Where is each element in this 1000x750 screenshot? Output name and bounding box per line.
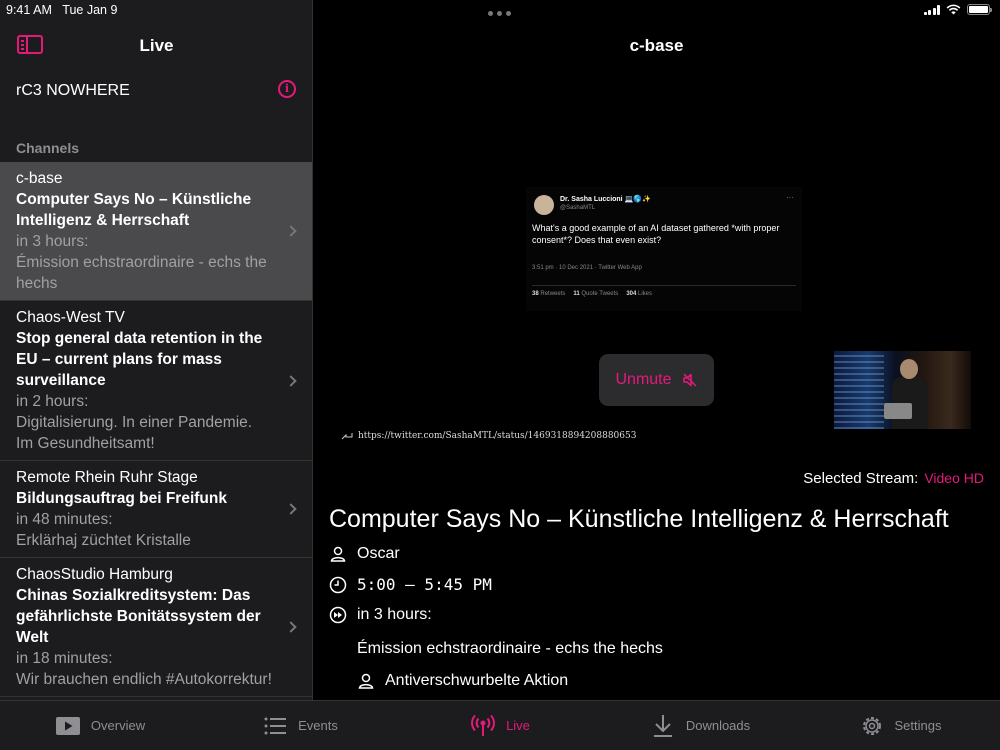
gear-icon (862, 716, 881, 735)
play-icon (55, 716, 80, 735)
person-icon (330, 546, 346, 562)
conference-name: rC3 NOWHERE (16, 82, 130, 99)
divider (532, 285, 796, 286)
event-speaker-row: Oscar (329, 545, 400, 563)
wifi-icon (946, 4, 961, 15)
tweet-stats: 38 Retweets 11 Quote Tweets 304 Likes (532, 291, 652, 297)
battery-level (969, 6, 988, 13)
next-event-speaker: Antiverschwurbelte Aktion (385, 672, 569, 689)
clock-icon (329, 576, 347, 593)
next-event-label: in 3 hours: (357, 606, 432, 623)
channel-name: Remote Rhein Ruhr Stage (16, 469, 198, 486)
info-icon[interactable]: i (278, 80, 296, 98)
channel-current-title: Stop general data retention in the EU – … (16, 330, 263, 389)
channel-next-title: Wir brauchen endlich #Autokorrektur! (16, 671, 272, 688)
channel-current-title: Bildungsauftrag bei Freifunk (16, 490, 227, 507)
tweet-avatar (534, 195, 554, 215)
channel-next-time: in 3 hours: (16, 233, 89, 250)
channel-list: c-base Computer Says No – Künstliche Int… (0, 162, 312, 697)
tweet-likes: 304 Likes (626, 291, 653, 297)
channel-next-title: Erklärhaj züchtet Kristalle (16, 532, 191, 549)
next-event-speaker-row: Antiverschwurbelte Aktion (357, 672, 568, 690)
channel-next-time: in 2 hours: (16, 393, 89, 410)
sidebar-title: Live (139, 36, 174, 55)
tab-downloads[interactable]: Downloads (600, 701, 800, 750)
channels-section-label: Channels (16, 140, 80, 156)
video-player[interactable]: Dr. Sasha Luccioni 💻🌎✨ @SashaMTL ··· Wha… (313, 120, 1000, 455)
tweet-quotes: 11 Quote Tweets (573, 291, 619, 297)
share-arrow-icon (341, 433, 353, 440)
tweet-author: Dr. Sasha Luccioni 💻🌎✨ (560, 196, 651, 203)
chevron-right-icon (285, 374, 297, 387)
channel-name: Chaos-West TV (16, 309, 125, 326)
tweet-handle: @SashaMTL (560, 205, 596, 211)
status-time: 9:41 AM Tue Jan 9 (6, 3, 118, 17)
channel-name: ChaosStudio Hamburg (16, 566, 173, 583)
tweet-text: What's a good example of an AI dataset g… (532, 223, 780, 245)
speaker-camera-inset (834, 351, 971, 429)
cellular-signal-icon (923, 4, 940, 15)
tab-events[interactable]: Events (200, 701, 400, 750)
channel-current-title: Chinas Sozialkreditsystem: Das gefährlic… (16, 587, 261, 646)
list-icon (264, 717, 287, 734)
page-title: c-base (629, 36, 684, 55)
sidebar-header: Live (0, 26, 312, 62)
selected-stream-label: Selected Stream: (803, 470, 919, 487)
video-caption-url: https://twitter.com/SashaMTL/status/1469… (341, 431, 636, 441)
channel-current-title: Computer Says No – Künstliche Intelligen… (16, 191, 252, 229)
unmute-label: Unmute (615, 371, 672, 388)
tab-overview[interactable]: Overview (0, 701, 200, 750)
battery-icon (967, 4, 992, 15)
speaker-muted-icon (682, 373, 697, 387)
next-event-row: in 3 hours: (329, 606, 432, 624)
chevron-right-icon (285, 225, 297, 237)
conference-row: rC3 NOWHERE i (0, 74, 312, 106)
tweet-retweets: 38 Retweets (532, 291, 566, 297)
status-bar: 9:41 AM Tue Jan 9 (0, 0, 1000, 20)
tab-bar: Overview Events Live Downloads Settings (0, 700, 1000, 750)
tweet-meta: 3:51 pm · 10 Dec 2021 · Twitter Web App (532, 265, 642, 271)
more-icon: ··· (786, 193, 794, 202)
channel-item[interactable]: Remote Rhein Ruhr Stage Bildungsauftrag … (0, 461, 312, 558)
chevron-right-icon (285, 621, 297, 633)
channel-item[interactable]: Chaos-West TV Stop general data retentio… (0, 301, 312, 461)
channel-name: c-base (16, 170, 63, 187)
status-icons (923, 4, 992, 15)
channel-next-title: Émission echstraordinaire - echs the hec… (16, 254, 267, 292)
channel-item[interactable]: ChaosStudio Hamburg Chinas Sozialkredits… (0, 558, 312, 697)
channel-next-time: in 18 minutes: (16, 650, 113, 667)
tweet-screenshot: Dr. Sasha Luccioni 💻🌎✨ @SashaMTL ··· Wha… (526, 187, 802, 311)
fast-forward-icon (329, 606, 347, 624)
channel-next-time: in 48 minutes: (16, 511, 113, 528)
tab-live[interactable]: Live (400, 701, 600, 750)
channel-item[interactable]: c-base Computer Says No – Künstliche Int… (0, 162, 312, 301)
selected-stream-button[interactable]: Video HD (924, 470, 984, 486)
event-title: Computer Says No – Künstliche Intelligen… (329, 505, 949, 533)
unmute-button[interactable]: Unmute (599, 354, 714, 406)
next-event-title: Émission echstraordinaire - echs the hec… (357, 640, 663, 657)
main-panel: c-base Dr. Sasha Luccioni 💻🌎✨ @SashaMTL … (313, 0, 1000, 700)
tab-settings[interactable]: Settings (800, 701, 1000, 750)
chevron-right-icon (285, 503, 297, 515)
sidebar: Live rC3 NOWHERE i Channels c-base Compu… (0, 0, 313, 700)
event-time: 5:00 – 5:45 PM (357, 575, 492, 594)
channel-next-title: Digitalisierung. In einer Pandemie. Im G… (16, 414, 253, 452)
event-speaker: Oscar (357, 545, 400, 562)
broadcast-icon (471, 714, 496, 736)
selected-stream: Selected Stream: Video HD (803, 470, 984, 487)
event-time-row: 5:00 – 5:45 PM (329, 575, 492, 594)
person-icon (358, 673, 374, 689)
download-icon (653, 714, 672, 737)
